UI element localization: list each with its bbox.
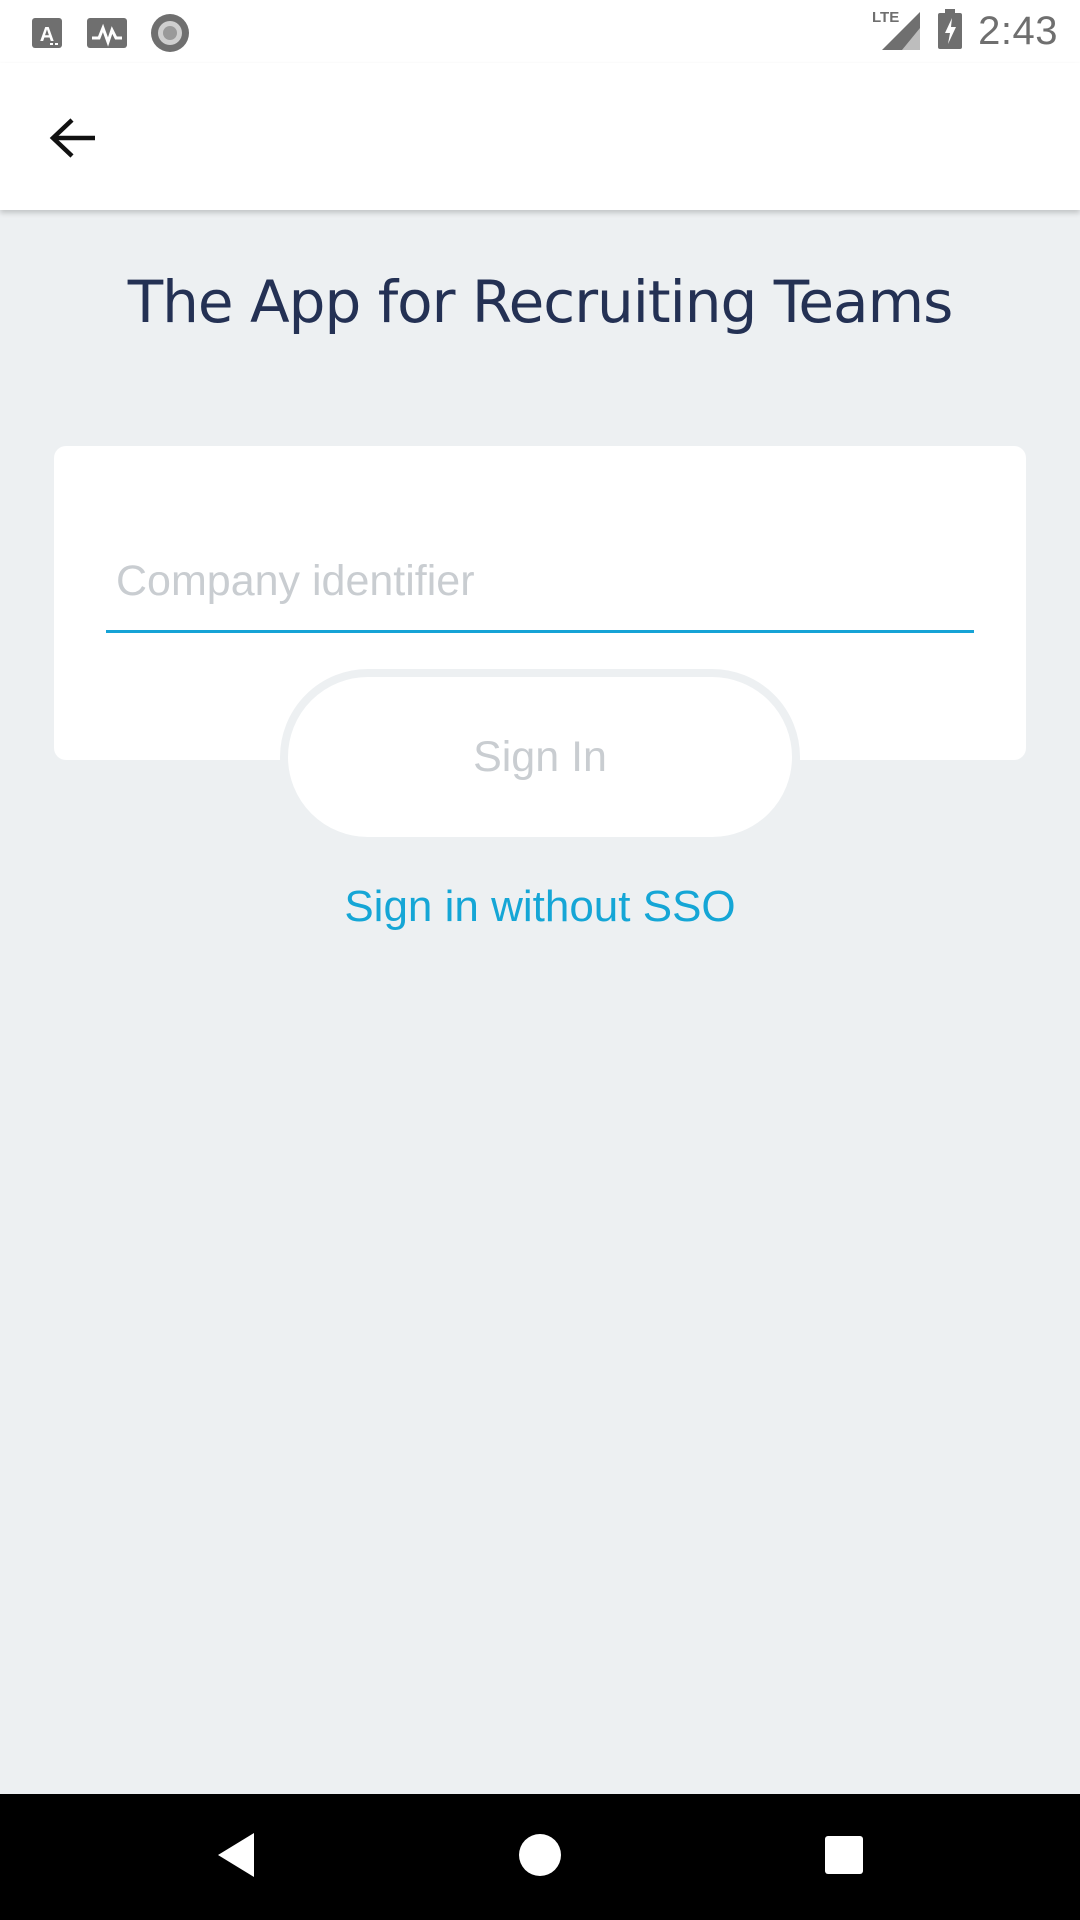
arrow-left-icon — [49, 117, 97, 164]
network-type-label: LTE — [872, 9, 899, 26]
battery-charging-icon — [936, 8, 964, 55]
activity-icon — [86, 16, 128, 55]
page-title: The App for Recruiting Teams — [127, 268, 954, 336]
app-bar — [0, 63, 1080, 210]
status-left-icons: A — [30, 13, 190, 58]
nav-home-icon — [517, 1832, 563, 1883]
status-right-icons: LTE 2:43 — [872, 8, 1058, 55]
keyboard-a-icon: A — [30, 16, 64, 55]
nav-recents-icon — [823, 1834, 865, 1881]
svg-text:A: A — [40, 24, 54, 46]
back-button[interactable] — [36, 103, 110, 177]
status-time: 2:43 — [978, 9, 1058, 53]
nav-back-button[interactable] — [207, 1828, 265, 1886]
record-icon — [150, 13, 190, 58]
nav-home-button[interactable] — [511, 1828, 569, 1886]
company-identifier-field[interactable] — [106, 532, 974, 633]
nav-back-icon — [214, 1831, 258, 1884]
system-navigation-bar — [0, 1794, 1080, 1920]
lte-signal-icon: LTE — [872, 8, 922, 55]
nav-recents-button[interactable] — [815, 1828, 873, 1886]
sign-in-label: Sign In — [473, 732, 607, 781]
sign-in-without-sso-link[interactable]: Sign in without SSO — [0, 882, 1080, 932]
sign-in-button[interactable]: Sign In — [280, 669, 800, 845]
company-identifier-input[interactable] — [106, 532, 974, 630]
status-bar: A LTE 2:43 — [0, 0, 1080, 63]
